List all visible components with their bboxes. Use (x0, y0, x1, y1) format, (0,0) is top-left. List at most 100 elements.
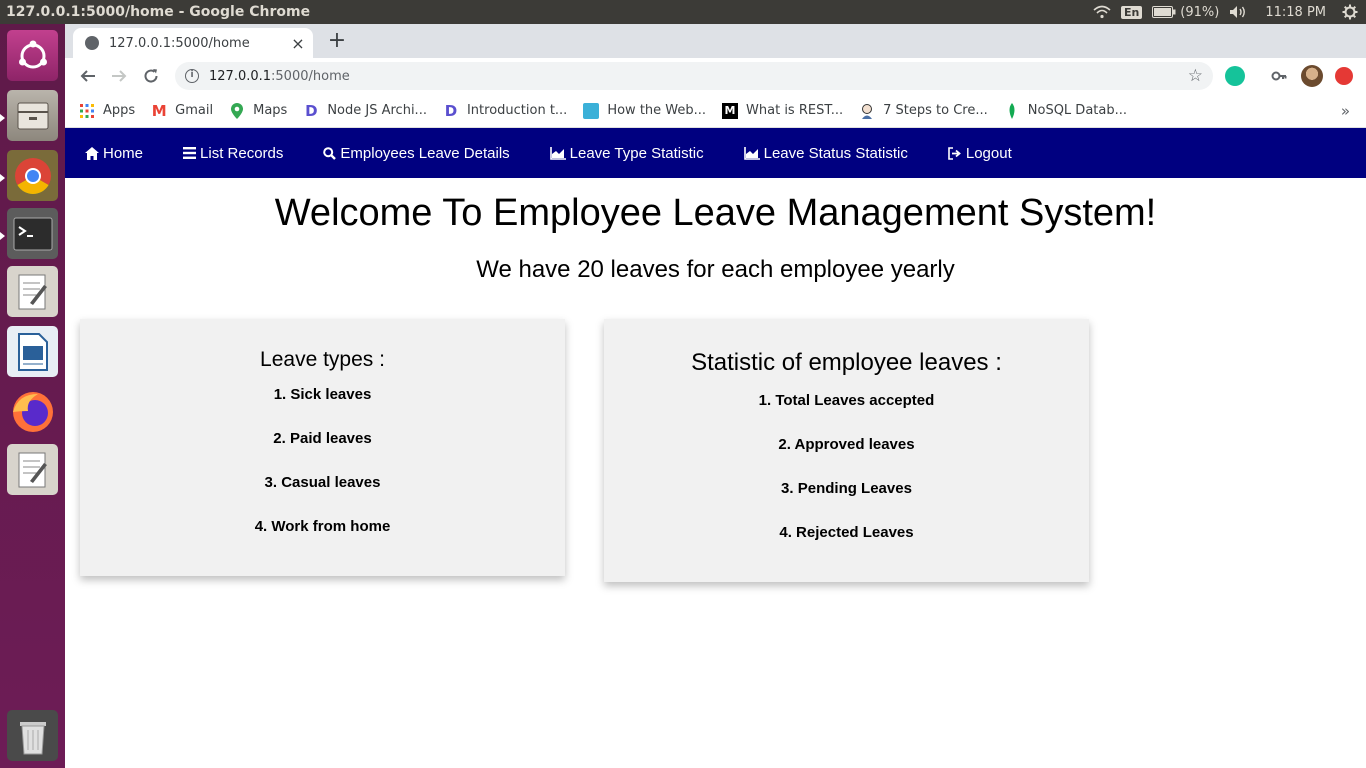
forward-arrow-icon[interactable] (104, 61, 134, 91)
trash-icon[interactable] (7, 710, 58, 761)
leave-statistics-heading: Statistic of employee leaves : (691, 349, 1002, 376)
bookmark-node-js[interactable]: D Node JS Archi... (303, 101, 427, 120)
bookmark-label: Node JS Archi... (327, 103, 427, 118)
bookmark-label: Maps (253, 103, 288, 118)
wifi-icon[interactable] (1093, 5, 1111, 19)
nav-logout-label: Logout (965, 144, 1012, 162)
firefox-app-icon[interactable] (7, 386, 58, 437)
bookmark-label: NoSQL Datab... (1027, 103, 1127, 118)
ubuntu-launcher (0, 24, 65, 768)
nav-home-label: Home (103, 144, 144, 162)
leave-type-item: 2. Paid leaves (273, 430, 372, 447)
gmail-icon: M (151, 101, 167, 120)
leave-statistics-card: Statistic of employee leaves : 1. Total … (604, 319, 1089, 582)
leave-statistic-item: 1. Total Leaves accepted (758, 392, 935, 409)
bookmark-introduction[interactable]: D Introduction t... (443, 101, 568, 120)
new-tab-button[interactable]: + (323, 28, 351, 56)
update-alert-icon[interactable] (1335, 67, 1353, 85)
bookmark-label: How the Web... (607, 103, 707, 118)
dev-icon: D (305, 101, 318, 120)
nav-list-records-label: List Records (200, 144, 284, 162)
terminal-app-icon[interactable] (7, 208, 58, 259)
address-bar[interactable]: i 127.0.0.1:5000/home ☆ (175, 62, 1213, 90)
settings-gear-icon[interactable] (1342, 4, 1358, 20)
reload-icon[interactable] (136, 61, 166, 91)
area-chart-icon (743, 146, 760, 160)
bookmark-nosql[interactable]: NoSQL Datab... (1004, 102, 1127, 119)
web-page: Home List Records Employees Leave Detail… (65, 128, 1366, 768)
nav-leave-status-statistic[interactable]: Leave Status Statistic (743, 144, 908, 162)
close-tab-icon[interactable]: × (287, 34, 309, 53)
apps-grid-icon (79, 103, 95, 119)
bookmark-label: Introduction t... (466, 103, 568, 118)
nav-employees-leave-details[interactable]: Employees Leave Details (323, 144, 510, 162)
home-icon (85, 146, 99, 160)
nav-leave-status-statistic-label: Leave Status Statistic (763, 144, 908, 162)
battery-icon[interactable] (1152, 6, 1176, 18)
nav-logout[interactable]: Logout (948, 145, 1012, 162)
extension-grammarly-icon[interactable] (1225, 66, 1245, 86)
bookmark-how-the-web[interactable]: How the Web... (583, 102, 707, 119)
bookmark-label: Apps (103, 103, 136, 118)
leave-statistic-item: 4. Rejected Leaves (779, 524, 914, 541)
bookmark-what-is-rest[interactable]: M What is REST... (722, 102, 844, 119)
bookmark-apps[interactable]: Apps (79, 103, 135, 119)
bookmarks-bar: Apps M Gmail Maps D Node JS Archi... D I… (65, 94, 1366, 128)
running-indicator (0, 114, 5, 122)
bookmark-label: Gmail (175, 103, 214, 118)
os-top-panel: 127.0.0.1:5000/home - Google Chrome En (… (0, 0, 1366, 24)
site-info-icon[interactable]: i (185, 69, 199, 83)
leave-types-heading: Leave types : (260, 348, 385, 371)
ubuntu-dash-icon[interactable] (7, 30, 58, 81)
browser-toolbar: i 127.0.0.1:5000/home ☆ (65, 58, 1366, 94)
bookmark-star-icon[interactable]: ☆ (1188, 66, 1203, 86)
running-indicator (0, 174, 5, 182)
profile-avatar[interactable] (1301, 65, 1323, 87)
nav-home[interactable]: Home (85, 145, 143, 162)
mongodb-leaf-icon (1004, 102, 1020, 119)
password-key-icon[interactable] (1271, 66, 1287, 90)
running-indicator (0, 232, 5, 240)
logout-icon (948, 146, 962, 160)
nav-employees-leave-details-label: Employees Leave Details (340, 144, 510, 162)
leave-type-item: 3. Casual leaves (264, 474, 381, 491)
leave-statistic-item: 3. Pending Leaves (781, 480, 912, 497)
back-arrow-icon[interactable] (73, 61, 103, 91)
files-app-icon[interactable] (7, 90, 58, 141)
text-editor-app-icon[interactable] (7, 266, 58, 317)
page-subtitle: We have 20 leaves for each employee year… (476, 256, 955, 283)
browser-tab-strip: 127.0.0.1:5000/home × + (65, 24, 1366, 58)
avatar-icon (859, 103, 875, 119)
text-editor-app-icon-2[interactable] (7, 444, 58, 495)
nav-leave-type-statistic[interactable]: Leave Type Statistic (549, 144, 704, 162)
browser-tab-active[interactable]: 127.0.0.1:5000/home × (73, 28, 313, 58)
keyboard-layout-indicator[interactable]: En (1120, 5, 1143, 19)
bookmark-label: 7 Steps to Cre... (883, 103, 988, 118)
url-text[interactable]: 127.0.0.1:5000/home (209, 69, 1188, 84)
bookmark-7-steps[interactable]: 7 Steps to Cre... (859, 103, 988, 119)
libreoffice-writer-icon[interactable] (7, 326, 58, 377)
bookmarks-overflow-icon[interactable]: » (1341, 102, 1350, 120)
battery-percentage: (91%) (1180, 4, 1220, 20)
window-title: 127.0.0.1:5000/home - Google Chrome (6, 4, 311, 20)
chrome-app-icon[interactable] (7, 150, 58, 201)
site-icon (583, 102, 600, 119)
bookmark-maps[interactable]: Maps (229, 102, 288, 119)
volume-icon[interactable] (1229, 5, 1247, 19)
area-chart-icon (549, 146, 566, 160)
leave-type-item: 1. Sick leaves (273, 386, 372, 403)
bookmark-gmail[interactable]: M Gmail (151, 101, 214, 120)
nav-leave-type-statistic-label: Leave Type Statistic (569, 144, 704, 162)
tab-title: 127.0.0.1:5000/home (109, 35, 250, 51)
globe-icon (85, 36, 99, 50)
site-navbar: Home List Records Employees Leave Detail… (65, 128, 1366, 178)
clock[interactable]: 11:18 PM (1265, 5, 1326, 20)
medium-icon: M (722, 102, 739, 119)
leave-statistic-item: 2. Approved leaves (778, 436, 915, 453)
system-tray: En (91%) 11:18 PM (1093, 0, 1366, 24)
nav-list-records[interactable]: List Records (183, 145, 283, 162)
bookmark-label: What is REST... (746, 103, 844, 118)
page-title: Welcome To Employee Leave Management Sys… (274, 192, 1157, 234)
dev-icon: D (444, 101, 458, 120)
leave-type-item: 4. Work from home (254, 518, 391, 535)
